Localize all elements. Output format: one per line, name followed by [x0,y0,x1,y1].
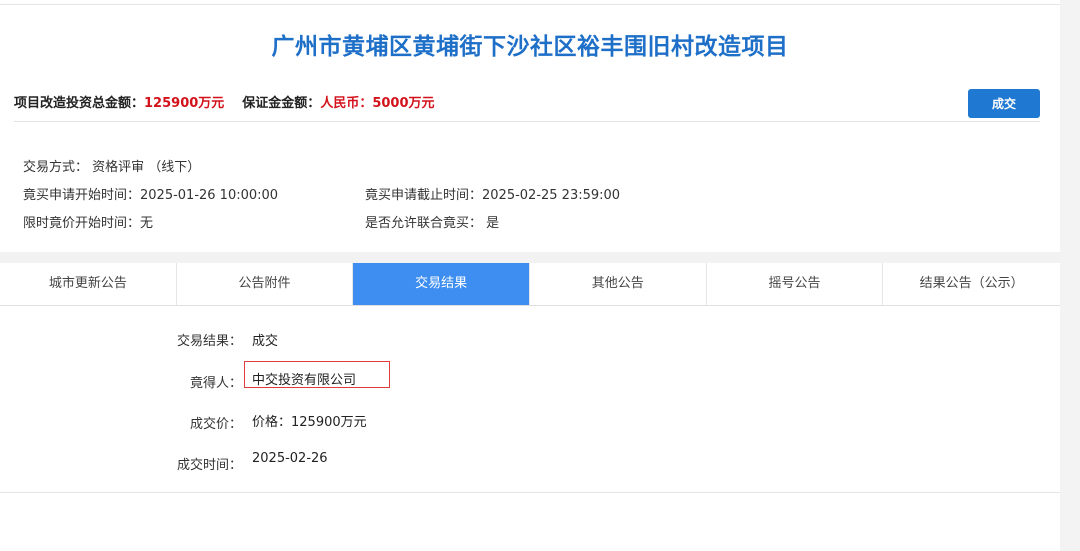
result-value: 成交 [252,334,279,349]
top-border [0,4,1060,5]
amount-row: 项目改造投资总金额：125900万元 保证金金额：人民币：5000万元 [14,92,435,111]
bottom-divider [0,492,1060,493]
divider [14,121,1040,122]
project-title: 广州市黄埔区黄埔街下沙社区裕丰围旧村改造项目 [271,34,789,60]
section-separator [0,252,1060,263]
deal-time-label: 成交时间： [176,458,242,473]
tab-trade-result[interactable]: 交易结果 [353,263,530,305]
apply-start-time: 竟买申请开始时间：2025-01-26 10:00:00 [23,188,279,203]
trade-method: 交易方式： 资格评审 （线下） [23,160,201,175]
tab-result-publicity[interactable]: 结果公告（公示） [883,263,1060,305]
deal-time-value: 2025-02-26 [252,451,328,466]
joint-bid-allowed: 是否允许联合竟买： 是 [365,216,500,231]
apply-end-time: 竟买申请截止时间：2025-02-25 23:59:00 [365,188,621,203]
deposit-value: 人民币：5000万元 [320,96,435,111]
scrollbar-track[interactable] [1060,0,1080,551]
winner-label: 竟得人： [189,376,242,391]
invest-label: 项目改造投资总金额： [14,96,145,111]
deposit-label: 保证金金额： [242,96,321,111]
tab-city-renewal-notice[interactable]: 城市更新公告 [0,263,177,305]
deal-status-button[interactable]: 成交 [968,89,1040,118]
price-value: 价格：125900万元 [252,415,367,430]
tab-notice-attachments[interactable]: 公告附件 [176,263,354,305]
price-label: 成交价： [189,417,242,432]
invest-value: 125900万元 [144,96,225,111]
tab-other-notices[interactable]: 其他公告 [529,263,707,305]
tab-lottery-notice[interactable]: 摇号公告 [706,263,884,305]
result-label: 交易结果： [176,334,242,349]
limit-bid-start: 限时竟价开始时间：无 [23,216,154,231]
tab-bar: 城市更新公告 公告附件 交易结果 其他公告 摇号公告 结果公告（公示） [0,263,1060,306]
winner-value: 中交投资有限公司 [252,373,357,388]
